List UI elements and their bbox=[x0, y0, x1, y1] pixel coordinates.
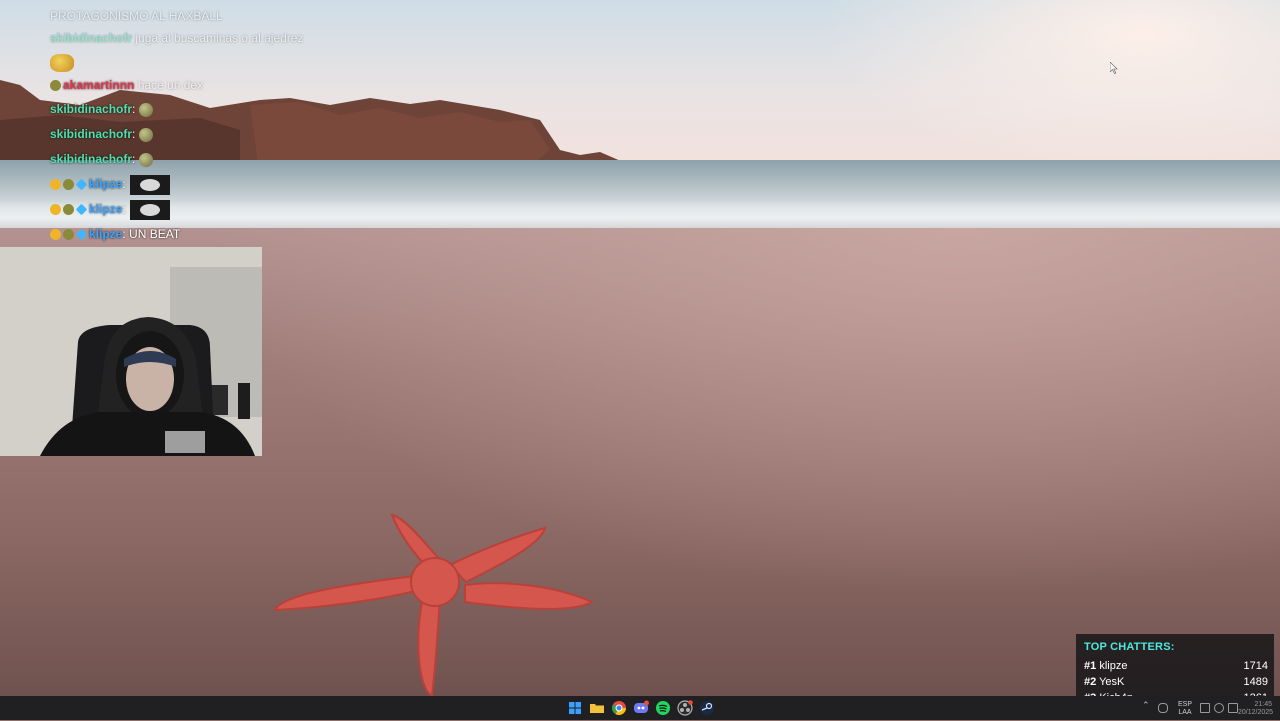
chat-username: klipze bbox=[89, 177, 123, 191]
battery-icon[interactable] bbox=[1228, 703, 1238, 713]
badge-icon bbox=[50, 204, 61, 216]
chat-line: skibidinachofr: bbox=[50, 149, 154, 169]
top-chatters-title: TOP CHATTERS: bbox=[1084, 641, 1175, 653]
badge-icon bbox=[50, 229, 61, 241]
wallpaper-sun-glow bbox=[820, 0, 1280, 170]
chat-line: klipze: bbox=[50, 199, 170, 220]
soldier-emote bbox=[139, 127, 154, 142]
volume-icon[interactable] bbox=[1214, 703, 1224, 713]
clock-date: 20/12/2025 bbox=[1238, 709, 1274, 716]
chat-message: hace un dex bbox=[137, 78, 204, 92]
top-chatter-rank: #1 bbox=[1084, 660, 1097, 672]
top-chatter-rank: #2 bbox=[1084, 676, 1097, 688]
windows-start-icon[interactable] bbox=[567, 700, 583, 716]
soldier-emote bbox=[139, 152, 154, 167]
chat-username: skibidinachofr bbox=[50, 152, 133, 166]
webcam-feed bbox=[0, 247, 262, 456]
network-icon[interactable] bbox=[1158, 703, 1168, 713]
chat-line: akamartinnn hace un dex bbox=[50, 75, 203, 95]
chat-separator: : bbox=[122, 177, 126, 191]
windows-taskbar: ⌃ ESP LAA 21:45 20/12/2025 bbox=[0, 696, 1280, 720]
keyboard-layout: LAA bbox=[1178, 709, 1192, 716]
soldier-emote bbox=[139, 102, 154, 117]
system-tray: ⌃ ESP LAA 21:45 20/12/2025 bbox=[1142, 699, 1274, 717]
spotify-icon[interactable] bbox=[655, 700, 671, 716]
obs-icon[interactable] bbox=[677, 700, 693, 716]
chat-separator: : bbox=[132, 127, 136, 141]
chat-line: skibidinachofr: bbox=[50, 124, 154, 144]
clock-time: 21:45 bbox=[1254, 701, 1272, 708]
starfish-image bbox=[273, 513, 595, 696]
chat-separator: : bbox=[132, 152, 136, 166]
badge-icon bbox=[63, 229, 74, 241]
chat-line: klipze: UN BEAT bbox=[50, 224, 180, 244]
monitor-icon[interactable] bbox=[1200, 703, 1210, 713]
chat-username: klipze bbox=[89, 227, 123, 241]
discord-icon[interactable] bbox=[633, 700, 649, 716]
badge-icon bbox=[50, 80, 61, 92]
top-chatter-name: YesK bbox=[1099, 676, 1125, 688]
chat-username: klipze bbox=[89, 202, 123, 216]
diamond-badge-icon bbox=[75, 203, 88, 216]
chat-line-header: PROTAGONISMO AL HAXBALL bbox=[50, 6, 223, 26]
chat-separator: : bbox=[122, 202, 126, 216]
chat-separator: : bbox=[132, 102, 136, 116]
top-chatter-count: 1489 bbox=[1243, 676, 1268, 688]
mouse-cursor-icon bbox=[1110, 62, 1118, 74]
chat-message: PROTAGONISMO AL HAXBALL bbox=[50, 9, 223, 23]
clock[interactable]: 21:45 20/12/2025 bbox=[1238, 701, 1274, 717]
chrome-icon[interactable] bbox=[611, 700, 627, 716]
steam-icon[interactable] bbox=[699, 700, 715, 716]
dog-emote bbox=[50, 53, 74, 72]
webcam-streamer-image bbox=[0, 247, 262, 456]
chat-line: klipze: bbox=[50, 174, 170, 195]
badge-icon bbox=[63, 179, 74, 191]
top-chatter-name: klipze bbox=[1099, 660, 1128, 672]
chat-line bbox=[50, 52, 74, 72]
chat-username: skibidinachofr bbox=[50, 102, 133, 116]
chevron-up-icon[interactable]: ⌃ bbox=[1142, 700, 1150, 710]
diamond-badge-icon bbox=[75, 228, 88, 241]
chat-line: skibidinachofr: bbox=[50, 99, 154, 119]
chat-line: skibidinachofr juga al buscaminas o al a… bbox=[50, 28, 303, 48]
top-chatter-row: #2 YesK 1489 bbox=[1084, 674, 1268, 690]
chat-username: skibidinachofr bbox=[50, 127, 133, 141]
badge-icon bbox=[63, 204, 74, 216]
top-chatter-row: #1 klipze 1714 bbox=[1084, 658, 1268, 674]
eyes-emote bbox=[129, 174, 170, 195]
chat-message: juga al buscaminas o al ajedrez bbox=[135, 31, 304, 45]
chat-message: UN BEAT bbox=[129, 227, 181, 241]
top-chatter-count: 1714 bbox=[1243, 660, 1268, 672]
language-code: ESP bbox=[1178, 701, 1193, 708]
eyes-emote bbox=[129, 199, 170, 220]
language-indicator[interactable]: ESP LAA bbox=[1178, 701, 1192, 717]
chat-separator: : bbox=[122, 227, 126, 241]
diamond-badge-icon bbox=[75, 178, 88, 191]
badge-icon bbox=[50, 179, 61, 191]
chat-username: akamartinnn bbox=[63, 78, 135, 92]
chat-username: skibidinachofr bbox=[50, 31, 133, 45]
file-explorer-icon[interactable] bbox=[589, 700, 605, 716]
